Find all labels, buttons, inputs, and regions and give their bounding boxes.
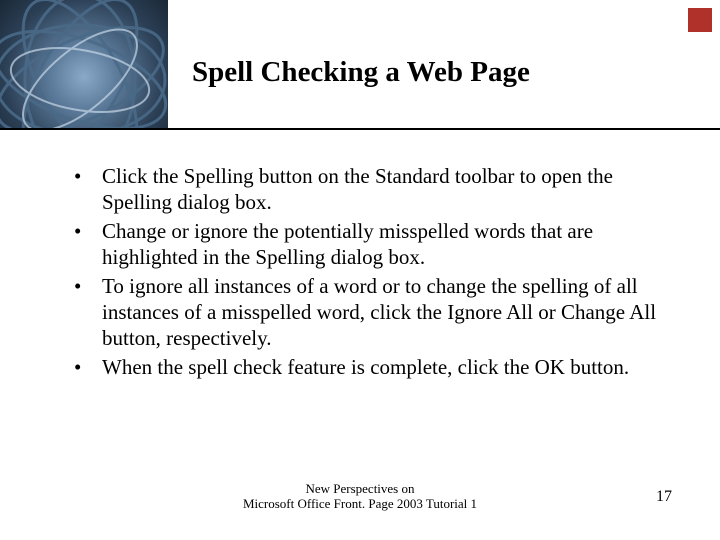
red-accent-square [688,8,712,32]
page-number: 17 [656,488,672,506]
bullet-item: Click the Spelling button on the Standar… [74,164,672,215]
header-divider [0,128,720,130]
slide-content: Click the Spelling button on the Standar… [0,128,720,381]
bullet-item: To ignore all instances of a word or to … [74,274,672,351]
footer-text: New Perspectives on Microsoft Office Fro… [243,481,477,512]
slide-header: Spell Checking a Web Page [0,0,720,128]
header-decorative-image [0,0,168,128]
slide-footer: New Perspectives on Microsoft Office Fro… [0,481,720,512]
slide-title: Spell Checking a Web Page [192,56,720,89]
footer-line-2: Microsoft Office Front. Page 2003 Tutori… [243,496,477,512]
footer-line-1: New Perspectives on [243,481,477,497]
bullet-item: When the spell check feature is complete… [74,355,672,381]
bullet-list: Click the Spelling button on the Standar… [74,164,672,381]
title-area: Spell Checking a Web Page [168,0,720,128]
bullet-item: Change or ignore the potentially misspel… [74,219,672,270]
